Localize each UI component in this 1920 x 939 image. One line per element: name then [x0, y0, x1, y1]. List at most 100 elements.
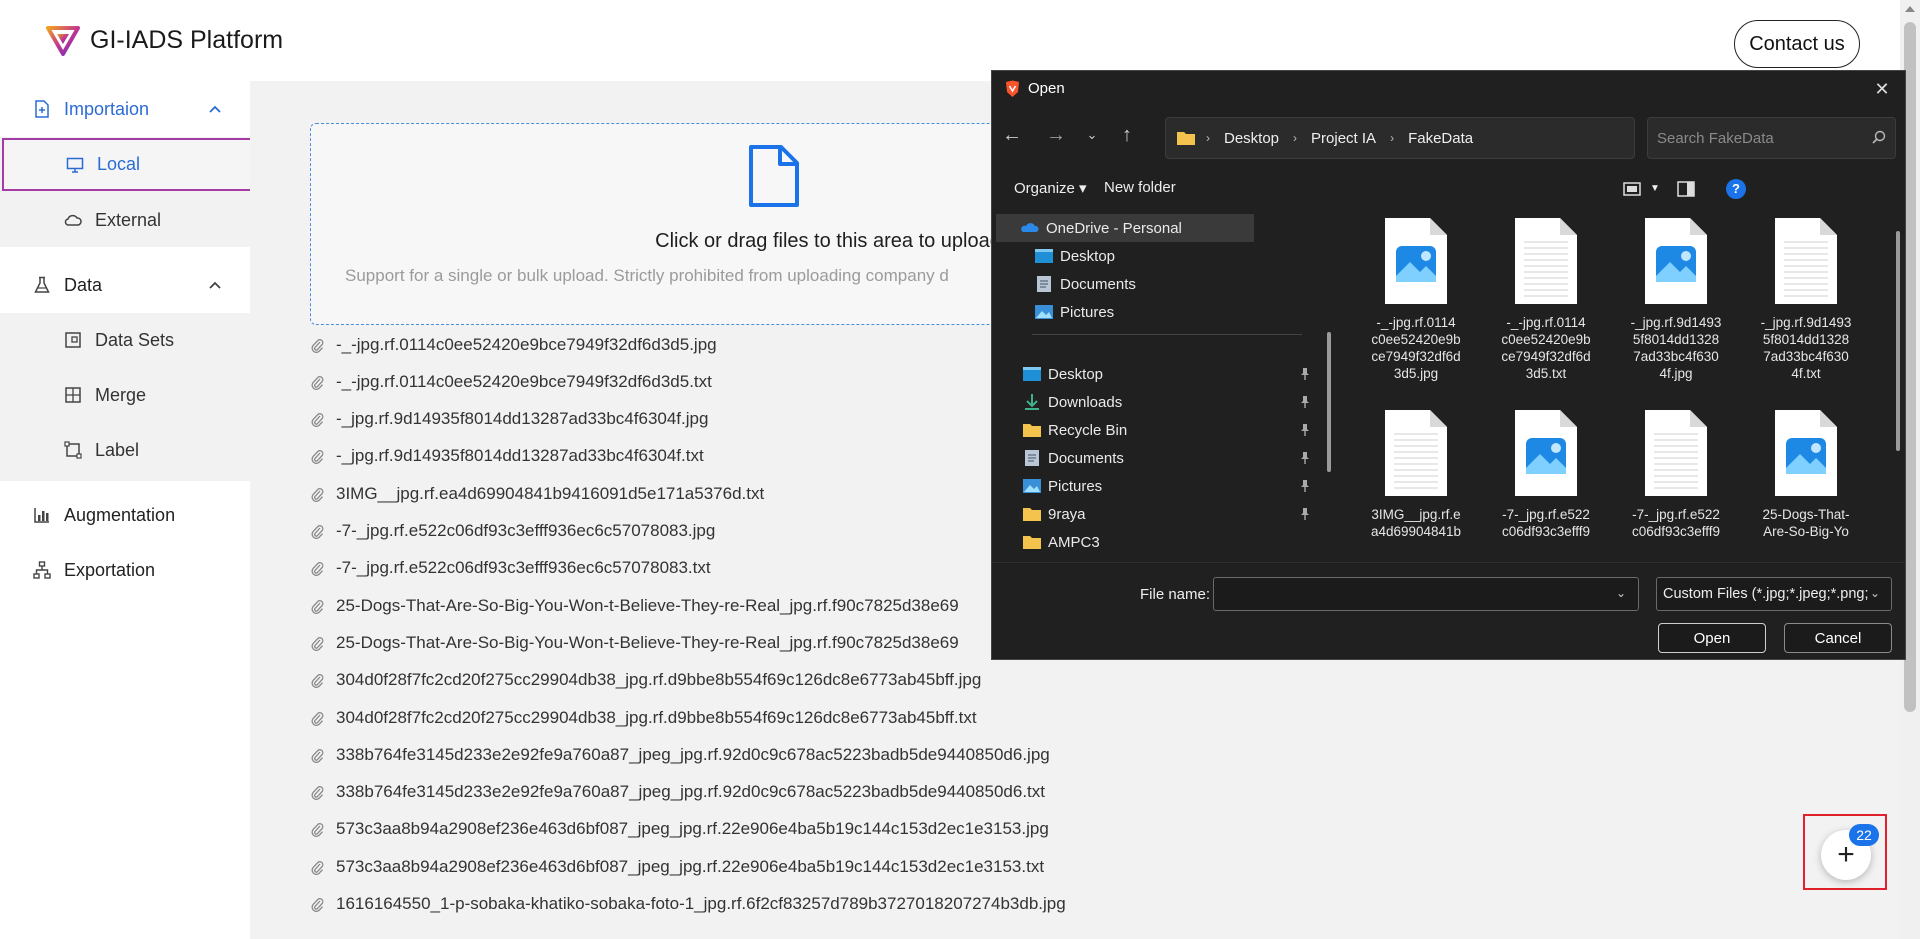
nav-pane-item-desktop[interactable]: Desktop — [992, 360, 1103, 388]
paperclip-icon — [311, 487, 324, 502]
nav-pane-item-documents[interactable]: Documents — [992, 270, 1136, 298]
file-name-label: File name: — [1140, 586, 1211, 603]
nav-external[interactable]: External — [0, 193, 250, 247]
nav-pane-item-onedrive-personal[interactable]: OneDrive - Personal — [996, 214, 1254, 242]
nav-augmentation[interactable]: Augmentation — [0, 487, 250, 543]
nav-data[interactable]: Data — [0, 257, 250, 313]
recent-chevron-icon[interactable]: ⌄ — [1080, 123, 1104, 147]
forward-arrow-icon[interactable]: → — [1044, 123, 1068, 147]
onedrive-icon — [1021, 223, 1039, 232]
pin-icon[interactable] — [1299, 479, 1311, 493]
nav-pane-item-downloads[interactable]: Downloads — [992, 388, 1122, 416]
file-list-item[interactable]: 573c3aa8b94a2908ef236e463d6bf087_jpeg_jp… — [310, 811, 1310, 848]
nav-local[interactable]: Local — [2, 138, 252, 191]
breadcrumb-project-ia[interactable]: Project IA — [1311, 130, 1376, 147]
paperclip-icon — [311, 674, 324, 689]
nav-pane-item-recycle-bin[interactable]: Recycle Bin — [992, 416, 1127, 444]
chevron-down-icon[interactable]: ⌄ — [1870, 586, 1880, 600]
dialog-toolbar: Organize ▾ New folder ▼ ? — [992, 171, 1905, 207]
pin-icon[interactable] — [1299, 367, 1311, 381]
help-icon[interactable]: ? — [1726, 179, 1746, 199]
paperclip-icon — [311, 748, 324, 763]
pin-icon[interactable] — [1299, 395, 1311, 409]
file-tile-name: 3IMG__jpg.rf.e a4d69904841b — [1370, 507, 1462, 539]
preview-pane-icon[interactable] — [1676, 179, 1696, 199]
nav-pane-item-9raya[interactable]: 9raya — [992, 500, 1086, 528]
breadcrumb-separator-icon: › — [1206, 131, 1210, 145]
pin-icon[interactable] — [1299, 507, 1311, 521]
paperclip-icon — [311, 786, 324, 801]
chevron-up-icon[interactable] — [208, 278, 222, 292]
nav-pane-scrollbar[interactable] — [1327, 332, 1331, 472]
contact-us-button[interactable]: Contact us — [1734, 20, 1860, 68]
nav-pane-item-label: Documents — [1048, 449, 1124, 467]
text-file-icon — [1385, 410, 1447, 496]
file-tile[interactable]: -_-jpg.rf.0114 c0ee52420e9b ce7949f32df6… — [1357, 216, 1475, 382]
search-input[interactable]: Search FakeData — [1647, 117, 1896, 159]
nav-exportation[interactable]: Exportation — [0, 542, 250, 598]
merge-icon — [65, 387, 81, 403]
cancel-button[interactable]: Cancel — [1784, 623, 1892, 653]
file-tile-name: -7-_jpg.rf.e522 c06df93c3efff9 — [1631, 507, 1721, 539]
dialog-titlebar[interactable]: Open ✕ — [992, 71, 1905, 107]
open-button[interactable]: Open — [1658, 623, 1766, 653]
nav-pane-item-pictures[interactable]: Pictures — [992, 472, 1102, 500]
file-grid-scrollbar[interactable] — [1896, 231, 1900, 451]
file-name: 304d0f28f7fc2cd20f275cc29904db38_jpg.rf.… — [336, 670, 982, 690]
file-list-item[interactable]: 1616164550_1-p-sobaka-khatiko-sobaka-fot… — [310, 886, 1310, 923]
file-name: 573c3aa8b94a2908ef236e463d6bf087_jpeg_jp… — [336, 856, 1045, 876]
file-tile[interactable]: -7-_jpg.rf.e522 c06df93c3efff9 — [1487, 408, 1605, 540]
close-icon[interactable]: ✕ — [1872, 79, 1892, 99]
dialog-title: Open — [1028, 80, 1065, 97]
file-tile[interactable]: -_-jpg.rf.0114 c0ee52420e9b ce7949f32df6… — [1487, 216, 1605, 382]
file-tile-name: -_jpg.rf.9d1493 5f8014dd1328 7ad33bc4f63… — [1630, 315, 1722, 381]
documents-folder-icon — [1037, 276, 1051, 292]
nav-importation[interactable]: Importaion — [0, 81, 250, 137]
paperclip-icon — [311, 599, 324, 614]
breadcrumb-desktop[interactable]: Desktop — [1224, 130, 1279, 147]
fab-highlight: + 22 — [1803, 814, 1887, 890]
nav-label[interactable]: Label — [0, 423, 250, 477]
chevron-down-icon[interactable]: ⌄ — [1616, 586, 1626, 600]
file-tile[interactable]: -_jpg.rf.9d1493 5f8014dd1328 7ad33bc4f63… — [1747, 216, 1865, 382]
file-name-input[interactable]: ⌄ — [1213, 577, 1639, 611]
image-file-icon — [1385, 218, 1447, 304]
file-list-item[interactable]: 304d0f28f7fc2cd20f275cc29904db38_jpg.rf.… — [310, 699, 1310, 736]
file-type-select[interactable]: Custom Files (*.jpg;*.jpeg;*.png; ⌄ — [1656, 577, 1892, 611]
nav-pane-item-desktop[interactable]: Desktop — [992, 242, 1115, 270]
pin-shape — [1301, 396, 1309, 408]
pin-icon[interactable] — [1299, 451, 1311, 465]
file-icon — [749, 145, 799, 207]
address-bar[interactable]: › Desktop › Project IA › FakeData ▼ ↻ — [1165, 117, 1791, 159]
nav-merge[interactable]: Merge — [0, 368, 250, 422]
view-options-icon[interactable] — [1622, 179, 1642, 199]
nav-pane-item-label: Documents — [1060, 275, 1136, 293]
breadcrumb-fakedata[interactable]: FakeData — [1408, 130, 1473, 147]
chevron-up-icon[interactable] — [208, 102, 222, 116]
file-tile-name: -_jpg.rf.9d1493 5f8014dd1328 7ad33bc4f63… — [1760, 315, 1852, 381]
pin-shape — [1301, 368, 1309, 380]
view-dropdown-icon[interactable]: ▼ — [1650, 183, 1660, 194]
nav-pane-item-documents[interactable]: Documents — [992, 444, 1124, 472]
file-tile[interactable]: 3IMG__jpg.rf.e a4d69904841b — [1357, 408, 1475, 540]
file-tile[interactable]: -_jpg.rf.9d1493 5f8014dd1328 7ad33bc4f63… — [1617, 216, 1735, 382]
nav-data-sets[interactable]: Data Sets — [0, 313, 250, 367]
pin-shape — [1301, 508, 1309, 520]
scroll-up-arrow-icon[interactable] — [1905, 6, 1915, 12]
nav-pane-item-ampc3[interactable]: AMPC3 — [992, 528, 1100, 556]
file-tile[interactable]: -7-_jpg.rf.e522 c06df93c3efff9 — [1617, 408, 1735, 540]
organize-button[interactable]: Organize ▾ — [1014, 179, 1087, 197]
new-folder-button[interactable]: New folder — [1104, 179, 1176, 196]
back-arrow-icon[interactable]: ← — [1000, 123, 1024, 147]
file-list-item[interactable]: 338b764fe3145d233e2e92fe9a760a87_jpeg_jp… — [310, 774, 1310, 811]
file-tile[interactable]: 25-Dogs-That- Are-So-Big-Yo — [1747, 408, 1865, 540]
bar-chart-icon — [34, 508, 49, 523]
pin-icon[interactable] — [1299, 423, 1311, 437]
file-list-item[interactable]: 304d0f28f7fc2cd20f275cc29904db38_jpg.rf.… — [310, 662, 1310, 699]
upload-hint: Support for a single or bulk upload. Str… — [345, 266, 949, 285]
paperclip-icon — [311, 823, 324, 838]
file-list-item[interactable]: 573c3aa8b94a2908ef236e463d6bf087_jpeg_jp… — [310, 848, 1310, 885]
up-arrow-icon[interactable]: ↑ — [1115, 123, 1139, 147]
nav-pane-item-pictures[interactable]: Pictures — [992, 298, 1114, 326]
file-list-item[interactable]: 338b764fe3145d233e2e92fe9a760a87_jpeg_jp… — [310, 736, 1310, 773]
